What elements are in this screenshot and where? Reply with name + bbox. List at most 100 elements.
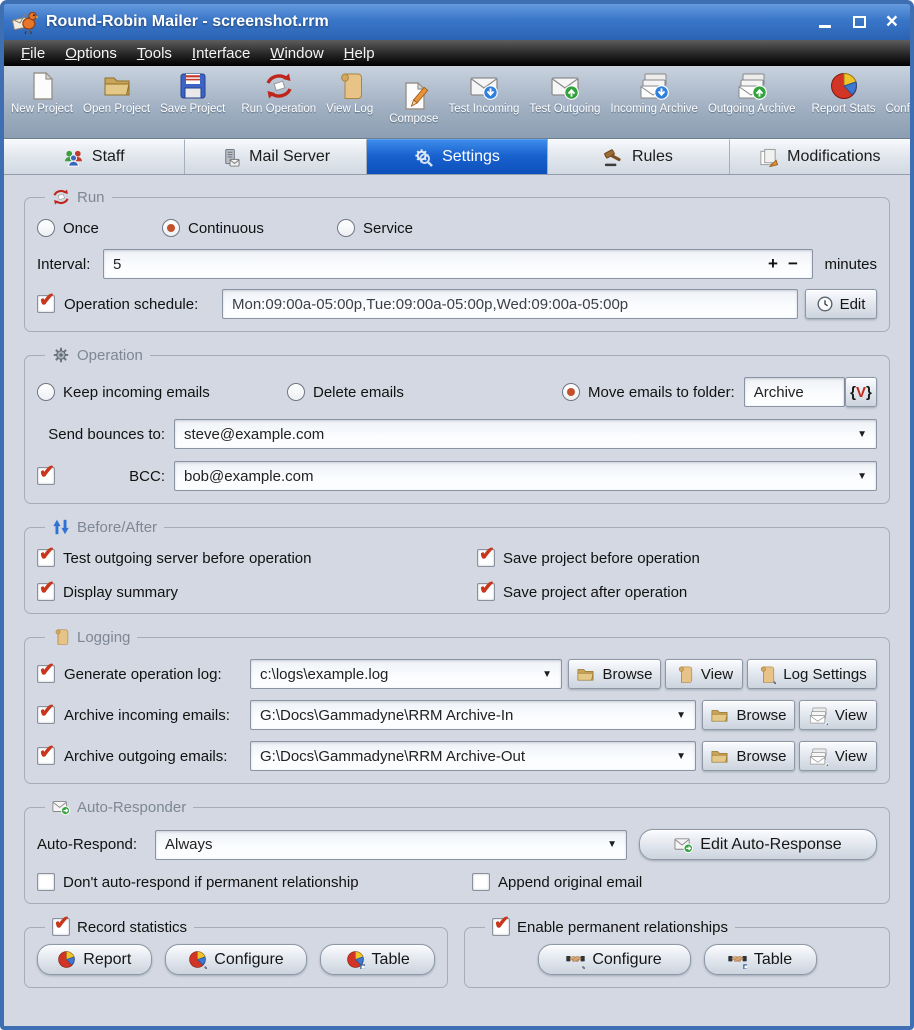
auto-respond-icon xyxy=(674,835,693,854)
pie-table-icon xyxy=(346,950,365,969)
folder-icon xyxy=(710,747,729,766)
bcc-checkbox[interactable]: ✔ xyxy=(37,467,55,485)
test-incoming-icon xyxy=(469,71,499,101)
menu-window[interactable]: Window xyxy=(261,43,332,64)
handshake-gear-icon xyxy=(566,950,585,969)
run-group-title: Run xyxy=(45,188,112,206)
generate-log-label: Generate operation log: xyxy=(64,666,250,683)
toolbar-report-stats[interactable]: Report Stats xyxy=(807,66,881,138)
stats-report-button[interactable]: Report xyxy=(37,944,152,975)
log-view-button[interactable]: View xyxy=(665,659,743,689)
toolbar-compose[interactable]: Compose xyxy=(384,66,443,138)
archive-in-view-button[interactable]: View xyxy=(799,700,877,730)
operation-group-title: Operation xyxy=(45,346,150,364)
checkbox-test-outgoing-before[interactable]: ✔ Test outgoing server before operation xyxy=(37,549,477,567)
tab-staff[interactable]: Staff xyxy=(4,139,185,174)
archive-view-icon xyxy=(809,747,828,766)
before-after-group-title: Before/After xyxy=(45,518,164,536)
log-path-combo[interactable]: c:\logs\example.log ▼ xyxy=(250,659,562,689)
log-settings-button[interactable]: Log Settings xyxy=(747,659,877,689)
maximize-icon[interactable] xyxy=(852,15,868,29)
dropdown-arrow-icon: ▼ xyxy=(668,751,686,762)
edit-schedule-button[interactable]: Edit xyxy=(805,289,877,319)
relationships-table-button[interactable]: Table xyxy=(704,944,817,975)
relationships-configure-button[interactable]: Configure xyxy=(538,944,691,975)
interval-field[interactable]: 5 + − xyxy=(103,249,813,279)
tab-rules[interactable]: Rules xyxy=(548,139,729,174)
decrement-button[interactable]: − xyxy=(783,254,803,274)
toolbar-test-incoming[interactable]: Test Incoming xyxy=(443,66,524,138)
checkbox-display-summary[interactable]: ✔ Display summary xyxy=(37,583,477,601)
pie-chart-icon xyxy=(57,950,76,969)
run-operation-icon xyxy=(264,71,294,101)
move-folder-field[interactable]: Archive xyxy=(744,377,845,407)
generate-log-checkbox[interactable]: ✔ xyxy=(37,665,55,683)
close-icon[interactable]: × xyxy=(886,15,898,29)
tab-settings[interactable]: Settings xyxy=(367,139,548,174)
checkbox-save-before[interactable]: ✔ Save project before operation xyxy=(477,549,877,567)
checkbox-dont-auto-respond[interactable]: ✔ Don't auto-respond if permanent relati… xyxy=(37,873,472,891)
menu-file[interactable]: File xyxy=(12,43,54,64)
auto-respond-combo[interactable]: Always ▼ xyxy=(155,830,627,860)
radio-keep-incoming[interactable]: Keep incoming emails xyxy=(37,383,287,401)
radio-once[interactable]: Once xyxy=(37,219,162,237)
archive-in-path-combo[interactable]: G:\Docs\Gammadyne\RRM Archive-In ▼ xyxy=(250,700,696,730)
rules-icon xyxy=(604,148,623,167)
radio-move-emails[interactable]: Move emails to folder: xyxy=(562,383,735,401)
test-outgoing-icon xyxy=(550,71,580,101)
view-log-icon xyxy=(335,71,365,101)
dropdown-arrow-icon: ▼ xyxy=(534,669,552,680)
enable-relationships-checkbox[interactable]: ✔ xyxy=(492,918,510,936)
menu-options[interactable]: Options xyxy=(56,43,126,64)
archive-view-icon xyxy=(809,706,828,725)
toolbar-test-outgoing[interactable]: Test Outgoing xyxy=(524,66,605,138)
toolbar-save-project[interactable]: Save Project xyxy=(155,66,230,138)
toolbar-incoming-archive[interactable]: Incoming Archive xyxy=(605,66,703,138)
handshake-table-icon xyxy=(728,950,747,969)
toolbar-view-log[interactable]: View Log xyxy=(321,66,378,138)
archive-incoming-label: Archive incoming emails: xyxy=(64,707,250,724)
record-statistics-group: ✔ Record statistics Report Configure Tab… xyxy=(24,918,448,988)
open-project-icon xyxy=(102,71,132,101)
toolbar-outgoing-archive[interactable]: Outgoing Archive xyxy=(703,66,801,138)
archive-out-path-combo[interactable]: G:\Docs\Gammadyne\RRM Archive-Out ▼ xyxy=(250,741,696,771)
new-project-icon xyxy=(27,71,57,101)
radio-delete-emails[interactable]: Delete emails xyxy=(287,383,562,401)
menu-tools[interactable]: Tools xyxy=(128,43,181,64)
archive-in-browse-button[interactable]: Browse xyxy=(702,700,795,730)
insert-variable-button[interactable]: {V} xyxy=(845,377,877,407)
bcc-combo[interactable]: bob@example.com ▼ xyxy=(174,461,877,491)
archive-incoming-checkbox[interactable]: ✔ xyxy=(37,706,55,724)
window-title: Round-Robin Mailer - screenshot.rrm xyxy=(46,13,329,31)
toolbar-configure-stats[interactable]: Configure Stats xyxy=(880,66,910,138)
checkbox-save-after[interactable]: ✔ Save project after operation xyxy=(477,583,877,601)
tab-modifications[interactable]: Modifications xyxy=(730,139,910,174)
tab-mail-server[interactable]: Mail Server xyxy=(185,139,366,174)
archive-out-browse-button[interactable]: Browse xyxy=(702,741,795,771)
interval-label: Interval: xyxy=(37,256,103,273)
dropdown-arrow-icon: ▼ xyxy=(849,429,867,440)
minimize-icon[interactable] xyxy=(818,15,834,29)
logging-group: Logging ✔ Generate operation log: c:\log… xyxy=(24,628,890,784)
operation-schedule-checkbox[interactable]: ✔ xyxy=(37,295,55,313)
log-browse-button[interactable]: Browse xyxy=(568,659,661,689)
radio-service[interactable]: Service xyxy=(337,219,413,237)
menu-interface[interactable]: Interface xyxy=(183,43,259,64)
auto-responder-group-title: Auto-Responder xyxy=(45,798,193,816)
checkbox-append-original[interactable]: ✔ Append original email xyxy=(472,873,642,891)
stats-configure-button[interactable]: Configure xyxy=(165,944,308,975)
auto-respond-label: Auto-Respond: xyxy=(37,836,155,853)
archive-outgoing-checkbox[interactable]: ✔ xyxy=(37,747,55,765)
toolbar-run-operation[interactable]: Run Operation xyxy=(236,66,321,138)
toolbar-new-project[interactable]: New Project xyxy=(6,66,78,138)
menu-help[interactable]: Help xyxy=(335,43,384,64)
stats-table-button[interactable]: Table xyxy=(320,944,435,975)
toolbar-open-project[interactable]: Open Project xyxy=(78,66,155,138)
record-statistics-checkbox[interactable]: ✔ xyxy=(52,918,70,936)
archive-out-view-button[interactable]: View xyxy=(799,741,877,771)
send-bounces-combo[interactable]: steve@example.com ▼ xyxy=(174,419,877,449)
increment-button[interactable]: + xyxy=(763,254,783,274)
edit-auto-response-button[interactable]: Edit Auto-Response xyxy=(639,829,877,860)
operation-schedule-field[interactable]: Mon:09:00a-05:00p,Tue:09:00a-05:00p,Wed:… xyxy=(222,289,798,319)
radio-continuous[interactable]: Continuous xyxy=(162,219,337,237)
